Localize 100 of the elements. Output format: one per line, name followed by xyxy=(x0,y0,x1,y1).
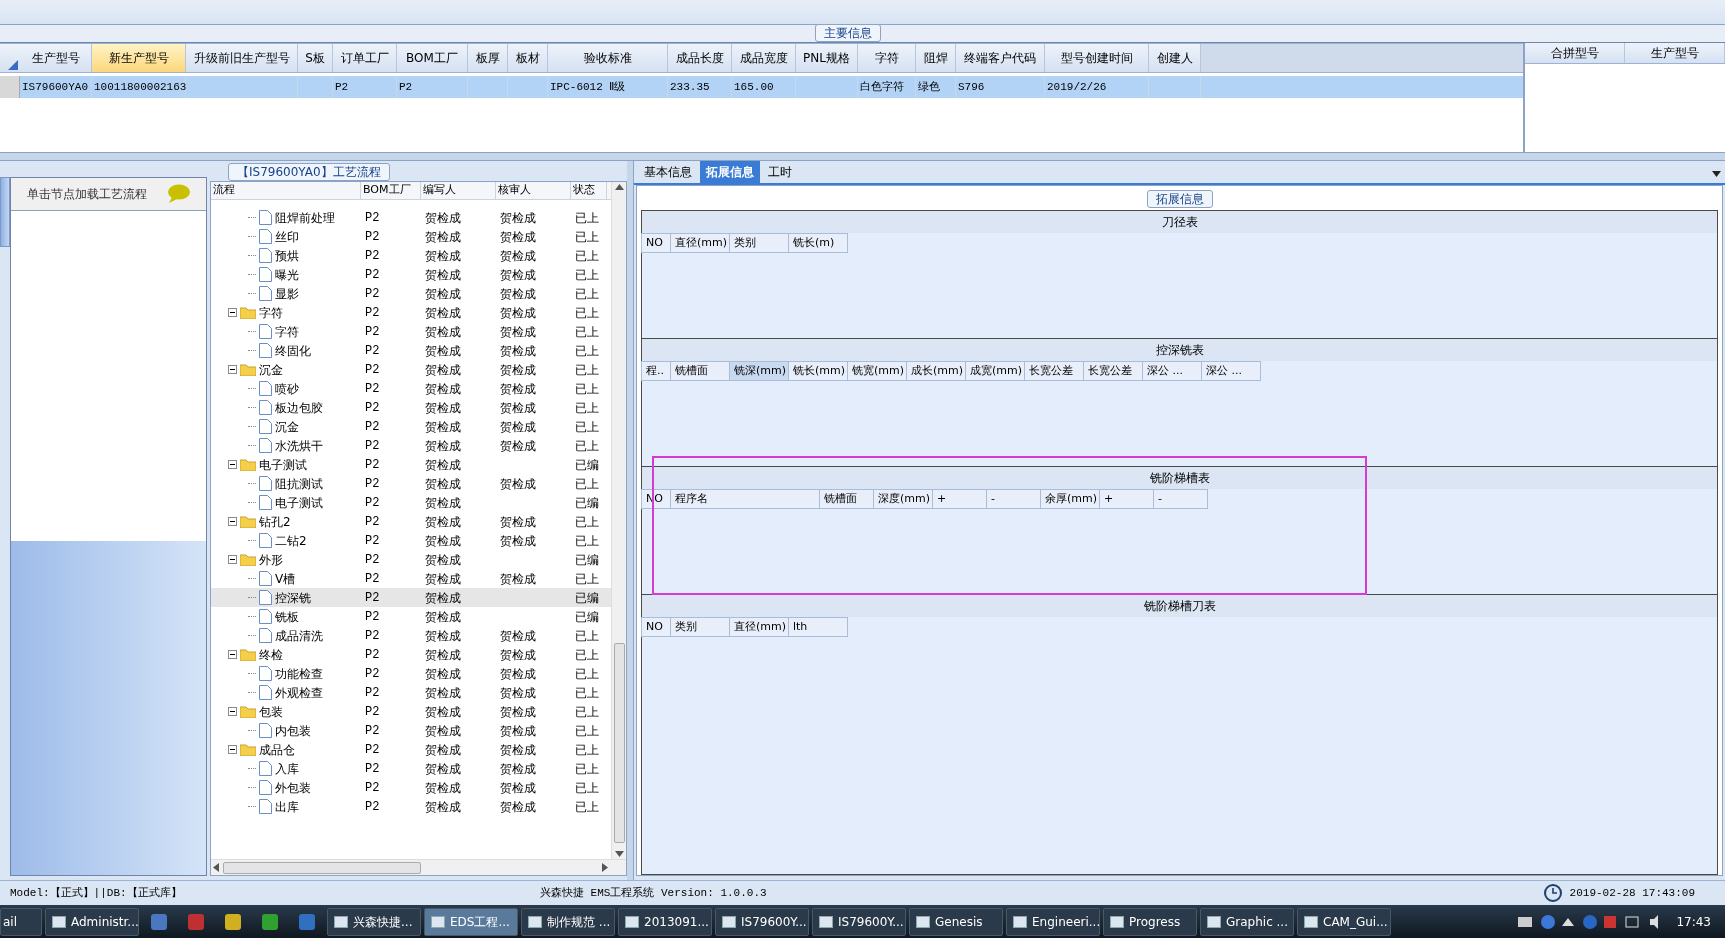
column-header[interactable]: 订单工厂 xyxy=(333,44,397,72)
column-header[interactable]: 余厚(mm) xyxy=(1040,489,1100,509)
column-header[interactable]: 长宽公差 xyxy=(1083,361,1143,381)
column-header[interactable]: 直径(mm) xyxy=(670,233,730,253)
scroll-left-icon[interactable] xyxy=(213,863,219,872)
taskbar-button[interactable]: 2013091... xyxy=(618,907,712,936)
collapse-toggle[interactable] xyxy=(228,365,237,374)
table-row[interactable]: IS79600YA0 10011800002163 P2 P2 IPC-6012 Ⅱ级 233.35 165.00 白色字符 绿色 S796 2019/2/26 xyxy=(0,76,1523,98)
table-cell: 165.00 xyxy=(732,76,796,98)
column-header[interactable]: - xyxy=(1153,489,1208,509)
column-header[interactable]: 成长(mm) xyxy=(906,361,966,381)
collapse-toggle[interactable] xyxy=(228,745,237,754)
scroll-up-icon[interactable] xyxy=(614,184,624,190)
column-header[interactable]: 验收标准 xyxy=(548,44,668,72)
column-header[interactable]: 阻焊 xyxy=(916,44,956,72)
reviewer: 贺检成 xyxy=(500,380,536,398)
column-header[interactable]: 深度(mm) xyxy=(873,489,933,509)
vertical-scrollbar[interactable] xyxy=(611,182,626,859)
tree-row[interactable]: 控深铣 P2 贺检成 已编 xyxy=(211,588,611,607)
status: 已编 xyxy=(574,456,600,474)
column-header[interactable]: 铣长(m) xyxy=(788,233,848,253)
column-header[interactable]: NO xyxy=(641,617,671,637)
column-header[interactable]: - xyxy=(986,489,1041,509)
scroll-thumb[interactable] xyxy=(223,861,421,874)
taskbar-button[interactable]: IS79600Y... xyxy=(812,907,906,936)
collapse-toggle[interactable] xyxy=(228,650,237,659)
column-header[interactable]: 铣槽面 xyxy=(819,489,874,509)
column-header[interactable]: 型号创建时间 xyxy=(1045,44,1149,72)
tab[interactable]: 拓展信息 xyxy=(700,161,760,183)
column-header[interactable]: 铣深(mm) xyxy=(729,361,789,381)
status: 已编 xyxy=(574,551,600,569)
column-header[interactable]: + xyxy=(1099,489,1154,509)
taskbar-button[interactable]: Administr... xyxy=(45,907,139,936)
collapse-toggle[interactable] xyxy=(228,517,237,526)
taskbar-button[interactable]: Genesis xyxy=(909,907,1003,936)
taskbar-button[interactable]: IS79600Y... xyxy=(715,907,809,936)
column-header[interactable]: 终端客户代码 xyxy=(956,44,1045,72)
bom-factory: P2 xyxy=(364,399,381,417)
scroll-right-icon[interactable] xyxy=(602,863,608,872)
collapse-toggle[interactable] xyxy=(228,460,237,469)
column-header[interactable]: 直径(mm) xyxy=(729,617,789,637)
file-icon xyxy=(259,210,272,225)
column-header[interactable]: 长宽公差 xyxy=(1024,361,1084,381)
taskbar-button[interactable]: EDS工程... xyxy=(424,907,518,936)
column-header[interactable]: 铣长(mm) xyxy=(788,361,848,381)
taskbar-button[interactable]: Progress xyxy=(1103,907,1197,936)
column-header[interactable]: 板材 xyxy=(508,44,548,72)
tab[interactable]: 工时 xyxy=(762,161,798,183)
scroll-down-icon[interactable] xyxy=(614,851,624,857)
table-cell: IPC-6012 Ⅱ级 xyxy=(548,76,668,98)
column-header[interactable]: 板厚 xyxy=(468,44,508,72)
column-header[interactable]: lth xyxy=(788,617,848,637)
column-header[interactable]: 状态 xyxy=(571,182,607,199)
column-header[interactable]: 成品长度 xyxy=(668,44,732,72)
column-header[interactable]: 类别 xyxy=(670,617,730,637)
collapse-toggle[interactable] xyxy=(228,308,237,317)
column-header[interactable]: 成品宽度 xyxy=(732,44,796,72)
column-header[interactable]: 成宽(mm) xyxy=(965,361,1025,381)
column-header[interactable]: 合拼型号 xyxy=(1525,43,1625,63)
tab[interactable]: 基本信息 xyxy=(638,161,698,183)
column-header[interactable]: 升级前旧生产型号 xyxy=(186,44,298,72)
column-header[interactable]: 新生产型号 xyxy=(92,44,186,72)
horizontal-scrollbar[interactable] xyxy=(211,859,626,875)
column-header[interactable]: 深公 ... xyxy=(1142,361,1202,381)
column-header[interactable]: 铣宽(mm) xyxy=(847,361,907,381)
author: 贺检成 xyxy=(424,551,462,569)
column-header[interactable]: + xyxy=(932,489,987,509)
column-header[interactable]: 程.. xyxy=(641,361,671,381)
reviewer: 贺检成 xyxy=(500,665,536,683)
taskbar-button[interactable]: Engineeri... xyxy=(1006,907,1100,936)
taskbar-button[interactable]: Graphic ... xyxy=(1200,907,1294,936)
collapse-toggle[interactable] xyxy=(228,707,237,716)
column-header[interactable]: 类别 xyxy=(729,233,789,253)
column-header[interactable]: 核审人 xyxy=(496,182,571,199)
scroll-thumb[interactable] xyxy=(613,643,625,843)
collapse-toggle[interactable] xyxy=(228,555,237,564)
file-icon xyxy=(259,400,272,415)
file-icon xyxy=(259,780,272,795)
table-title: 刀径表 xyxy=(1161,214,1198,231)
bom-factory: P2 xyxy=(364,494,381,512)
column-header[interactable]: 流程 xyxy=(211,182,361,199)
taskbar-button[interactable]: CAM_Gui... xyxy=(1297,907,1391,936)
column-header[interactable]: BOM工厂 xyxy=(397,44,468,72)
column-header[interactable]: S板 xyxy=(298,44,333,72)
window-icon xyxy=(819,915,833,928)
column-header[interactable]: BOM工厂 xyxy=(361,182,421,199)
column-header[interactable]: 编写人 xyxy=(421,182,496,199)
taskbar-button[interactable]: ail xyxy=(0,907,42,936)
process-name: 终固化 xyxy=(275,342,311,360)
column-header[interactable]: 铣槽面 xyxy=(670,361,730,381)
column-header[interactable]: NO xyxy=(641,233,671,253)
taskbar-button[interactable]: 制作规范 ... xyxy=(521,907,615,936)
taskbar-button[interactable]: 兴森快捷... xyxy=(327,907,421,936)
column-header[interactable]: PNL规格 xyxy=(796,44,858,72)
column-header[interactable]: 生产型号 xyxy=(1625,43,1725,63)
column-header[interactable]: 字符 xyxy=(858,44,916,72)
column-header[interactable]: 程序名 xyxy=(670,489,820,509)
dropdown-arrow-icon[interactable] xyxy=(1712,171,1721,177)
process-name: V槽 xyxy=(275,570,296,588)
column-header[interactable]: 深公 ... xyxy=(1201,361,1261,381)
